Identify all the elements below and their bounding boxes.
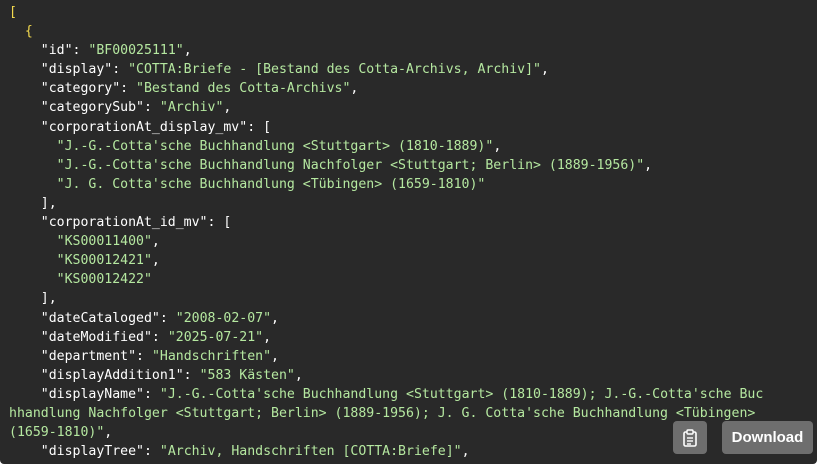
json-code-block: [ { "id": "BF00025111", "display": "COTT… <box>9 3 817 464</box>
json-string: "KS00012421" <box>9 253 152 269</box>
json-punctuation: ], <box>9 195 57 211</box>
json-punctuation: : <box>120 81 137 97</box>
json-string: "583 Kästen" <box>120 463 215 464</box>
json-punctuation: : [ <box>207 215 232 231</box>
json-punctuation: : <box>72 43 89 59</box>
code-line: "displayAddition1": "583 Kästen", <box>9 366 817 385</box>
json-key: "extent" <box>9 463 105 464</box>
code-line: "KS00012421", <box>9 251 817 270</box>
code-line: "department": "Handschriften", <box>9 347 817 366</box>
json-key: "displayTree" <box>9 444 144 460</box>
code-line: ], <box>9 289 817 308</box>
json-string: hhandlung Nachfolger <Stuttgart; Berlin>… <box>9 405 756 421</box>
code-line: "category": "Bestand des Cotta-Archivs", <box>9 79 817 98</box>
json-viewer-panel: [ { "id": "BF00025111", "display": "COTT… <box>0 0 817 464</box>
code-line: ], <box>9 194 817 213</box>
json-string: (1659-1810)" <box>9 425 105 441</box>
json-punctuation: , <box>223 100 232 116</box>
json-punctuation: , <box>151 234 160 250</box>
code-line: "KS00012422" <box>9 270 817 289</box>
json-punctuation: , <box>294 367 303 383</box>
json-punctuation: : <box>151 329 168 345</box>
json-string: "J.-G.-Cotta'sche Buchhandlung <Stuttgar… <box>159 386 764 402</box>
json-key: "department" <box>9 348 137 364</box>
download-button[interactable]: Download <box>722 421 813 454</box>
json-string: "583 Kästen" <box>199 367 295 383</box>
json-punctuation: : [ <box>247 119 272 135</box>
json-string: "Bestand des Cotta-Archivs" <box>136 81 351 97</box>
copy-button[interactable] <box>673 421 707 454</box>
json-punctuation: , <box>151 253 160 269</box>
json-key: "category" <box>9 81 121 97</box>
code-line: "KS00011400", <box>9 232 817 251</box>
json-punctuation: , <box>350 81 359 97</box>
json-punctuation: : <box>112 62 129 78</box>
json-punctuation: , <box>493 138 502 154</box>
json-string: "J.-G.-Cotta'sche Buchhandlung <Stuttgar… <box>9 138 494 154</box>
json-punctuation: { <box>9 24 33 40</box>
json-string: "KS00012422" <box>9 272 152 288</box>
code-line: "categorySub": "Archiv", <box>9 98 817 117</box>
json-string: "BF00025111" <box>88 43 184 59</box>
clipboard-icon <box>683 428 697 447</box>
code-line: "corporationAt_display_mv": [ <box>9 118 817 137</box>
json-string: "2025-07-21" <box>167 329 264 345</box>
json-key: "dateCataloged" <box>9 310 160 326</box>
json-punctuation: : <box>143 444 160 460</box>
json-punctuation: : <box>143 386 160 402</box>
json-key: "corporationAt_id_mv" <box>9 215 208 231</box>
code-line: "id": "BF00025111", <box>9 41 817 60</box>
code-line: "display": "COTTA:Briefe - [Bestand des … <box>9 60 817 79</box>
json-punctuation: , <box>540 62 549 78</box>
json-string: "COTTA:Briefe - [Bestand des Cotta-Archi… <box>128 62 541 78</box>
json-punctuation: , <box>263 329 272 345</box>
json-punctuation: , <box>271 348 279 364</box>
json-key: "display" <box>9 62 113 78</box>
json-string: "J.-G.-Cotta'sche Buchhandlung Nachfolge… <box>9 157 645 173</box>
code-line: "J.-G.-Cotta'sche Buchhandlung Nachfolge… <box>9 156 817 175</box>
json-punctuation: : <box>104 463 120 464</box>
json-string: "2008-02-07" <box>175 310 272 326</box>
json-key: "displayAddition1" <box>9 367 184 383</box>
json-punctuation: : <box>183 367 200 383</box>
json-key: "dateModified" <box>9 329 152 345</box>
code-line: "displayName": "J.-G.-Cotta'sche Buchhan… <box>9 385 817 404</box>
json-string: "Archiv" <box>159 100 224 116</box>
json-punctuation: , <box>644 157 653 173</box>
code-line: "dateCataloged": "2008-02-07", <box>9 309 817 328</box>
json-string: "J. G. Cotta'sche Buchhandlung <Tübingen… <box>9 176 486 192</box>
json-punctuation: : <box>136 348 152 364</box>
code-line: "J. G. Cotta'sche Buchhandlung <Tübingen… <box>9 175 817 194</box>
json-punctuation: [ <box>9 5 17 20</box>
json-punctuation: , <box>271 310 279 326</box>
json-string: "Handschriften" <box>151 348 272 364</box>
json-key: "categorySub" <box>9 100 144 116</box>
json-string: "KS00011400" <box>9 234 152 250</box>
code-line: "J.-G.-Cotta'sche Buchhandlung <Stuttgar… <box>9 137 817 156</box>
json-key: "displayName" <box>9 386 144 402</box>
json-punctuation: : <box>159 310 176 326</box>
code-line: "corporationAt_id_mv": [ <box>9 213 817 232</box>
json-punctuation: , <box>183 43 192 59</box>
code-line: "extent": "583 Kästen" <box>9 461 817 464</box>
code-line: [ <box>9 3 817 22</box>
json-punctuation: , <box>104 425 113 441</box>
json-key: "id" <box>9 43 73 59</box>
json-key: "corporationAt_display_mv" <box>9 119 248 135</box>
json-string: "Archiv, Handschriften [COTTA:Briefe]" <box>159 444 462 460</box>
code-line: { <box>9 22 817 41</box>
json-punctuation: ], <box>9 291 57 307</box>
json-punctuation: : <box>143 100 160 116</box>
code-line: "dateModified": "2025-07-21", <box>9 328 817 347</box>
json-punctuation: , <box>461 444 470 460</box>
